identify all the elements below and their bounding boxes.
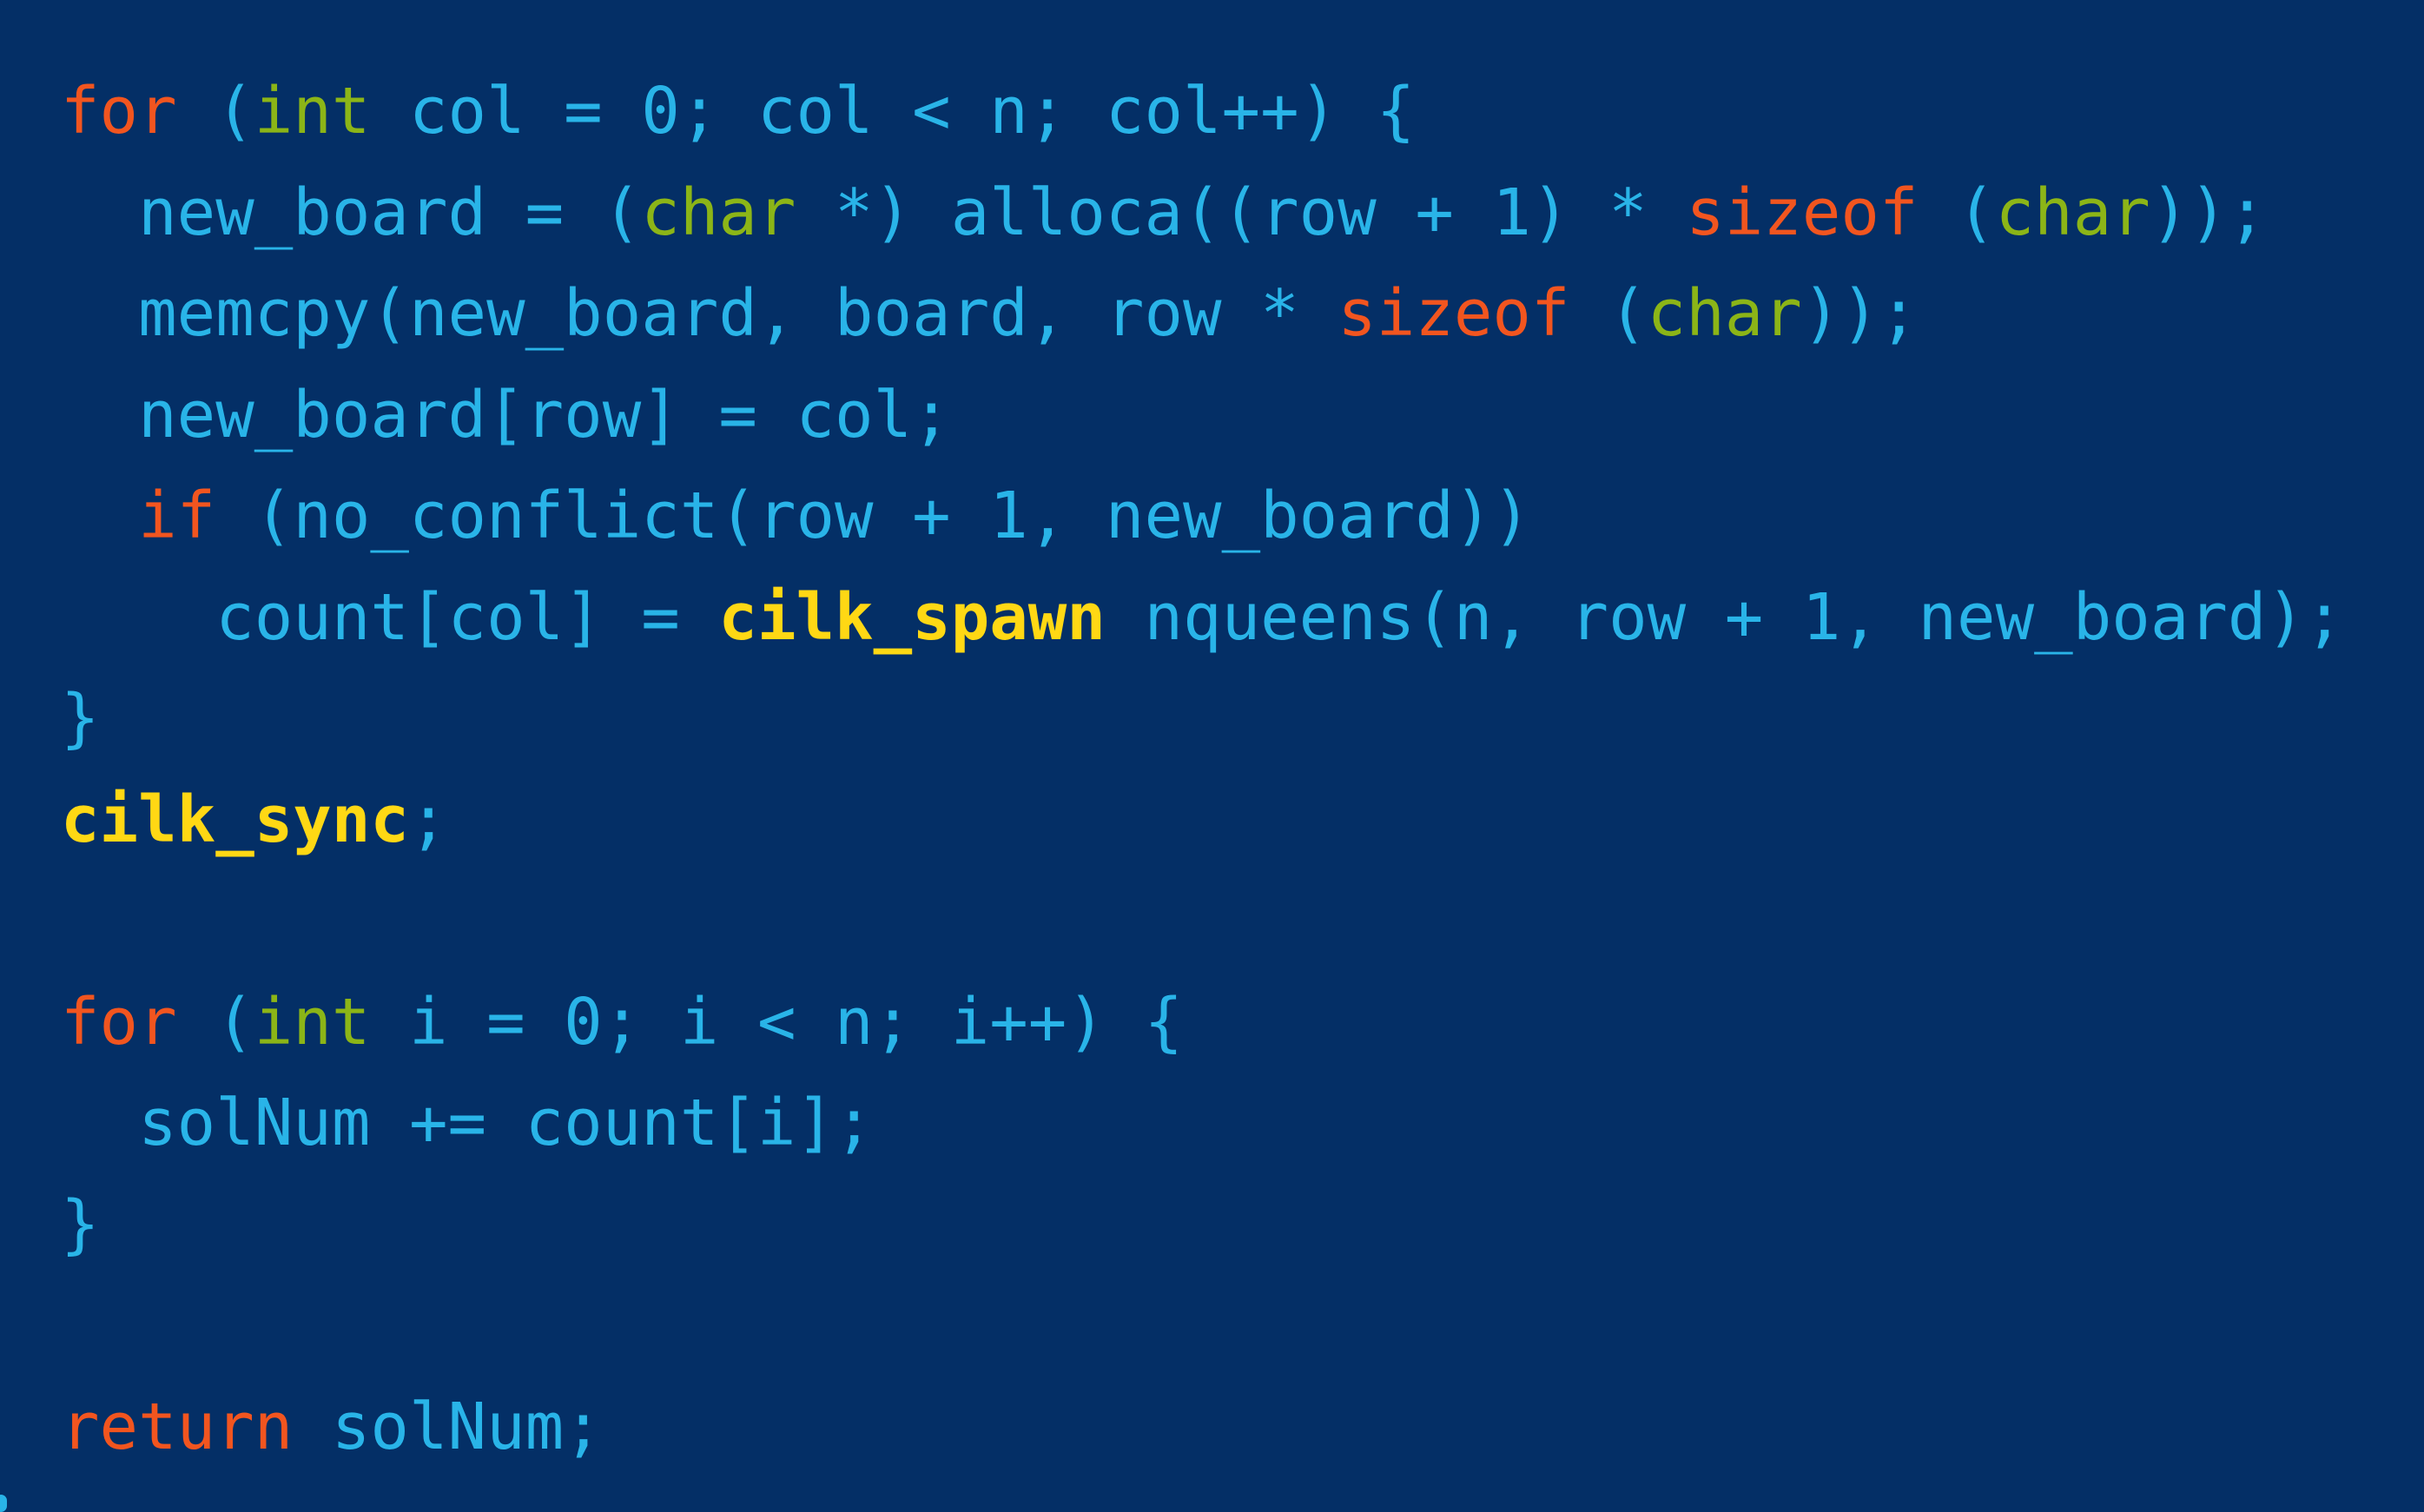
code-token-plain: (no_conflict(row + 1, new_board)) [215, 479, 1531, 553]
code-token-keyword: for [61, 74, 177, 149]
code-line: solNum += count[i]; [61, 1073, 2344, 1174]
code-token-plain: solNum; [293, 1389, 603, 1464]
code-token-plain: new_board[row] = col; [61, 377, 951, 452]
code-block[interactable]: for (int col = 0; col < n; col++) { new_… [61, 61, 2344, 1477]
code-line: new_board[row] = col; [61, 365, 2344, 466]
code-token-keyword: for [61, 984, 177, 1060]
code-token-plain: count[col] = [61, 579, 719, 655]
code-token-plain: *) alloca((row + 1) * [796, 175, 1687, 250]
code-token-plain: ; [408, 782, 448, 857]
code-line: new_board = (char *) alloca((row + 1) * … [61, 162, 2344, 264]
code-token-keyword: sizeof [1337, 276, 1570, 351]
cursor-marker [0, 1495, 7, 1512]
code-token-plain: memcpy(new_board, board, row * [61, 276, 1338, 351]
code-line: if (no_conflict(row + 1, new_board)) [61, 465, 2344, 567]
code-line: } [61, 1174, 2344, 1276]
code-token-plain: col = 0; col < n; col++) { [370, 74, 1416, 149]
code-line: for (int col = 0; col < n; col++) { [61, 61, 2344, 162]
code-token-keyword: sizeof [1686, 175, 1919, 250]
code-token-cilk: cilk_sync [61, 782, 409, 857]
code-token-plain: ( [1918, 175, 1996, 250]
code-line: cilk_sync; [61, 769, 2344, 871]
code-line: return solNum; [61, 1377, 2344, 1478]
code-line: count[col] = cilk_spawn nqueens(n, row +… [61, 567, 2344, 669]
code-token-plain: ( [176, 984, 254, 1060]
code-token-plain: ( [1569, 276, 1648, 351]
code-line: for (int i = 0; i < n; i++) { [61, 972, 2344, 1073]
code-line: } [61, 668, 2344, 769]
code-token-type: int [254, 74, 371, 149]
code-token-type: char [1995, 175, 2150, 250]
code-token-plain: nqueens(n, row + 1, new_board); [1105, 579, 2344, 655]
code-token-plain: new_board = ( [61, 175, 642, 250]
code-token-type: char [641, 175, 796, 250]
code-token-plain: solNum += count[i]; [61, 1086, 874, 1160]
code-token-plain: } [61, 1186, 100, 1262]
code-token-keyword: if [138, 479, 216, 553]
code-token-cilk: cilk_spawn [718, 579, 1106, 655]
code-token-type: char [1647, 276, 1802, 351]
code-token-plain: ( [176, 74, 254, 149]
code-token-plain: )); [2150, 175, 2267, 250]
code-line: memcpy(new_board, board, row * sizeof (c… [61, 263, 2344, 365]
code-token-keyword: return [61, 1389, 294, 1464]
code-token-plain: )); [1801, 276, 1919, 351]
code-token-type: int [254, 984, 371, 1060]
code-token-plain: i = 0; i < n; i++) { [370, 984, 1184, 1060]
code-token-plain: } [61, 681, 100, 756]
code-editor: for (int col = 0; col < n; col++) { new_… [0, 0, 2424, 1512]
